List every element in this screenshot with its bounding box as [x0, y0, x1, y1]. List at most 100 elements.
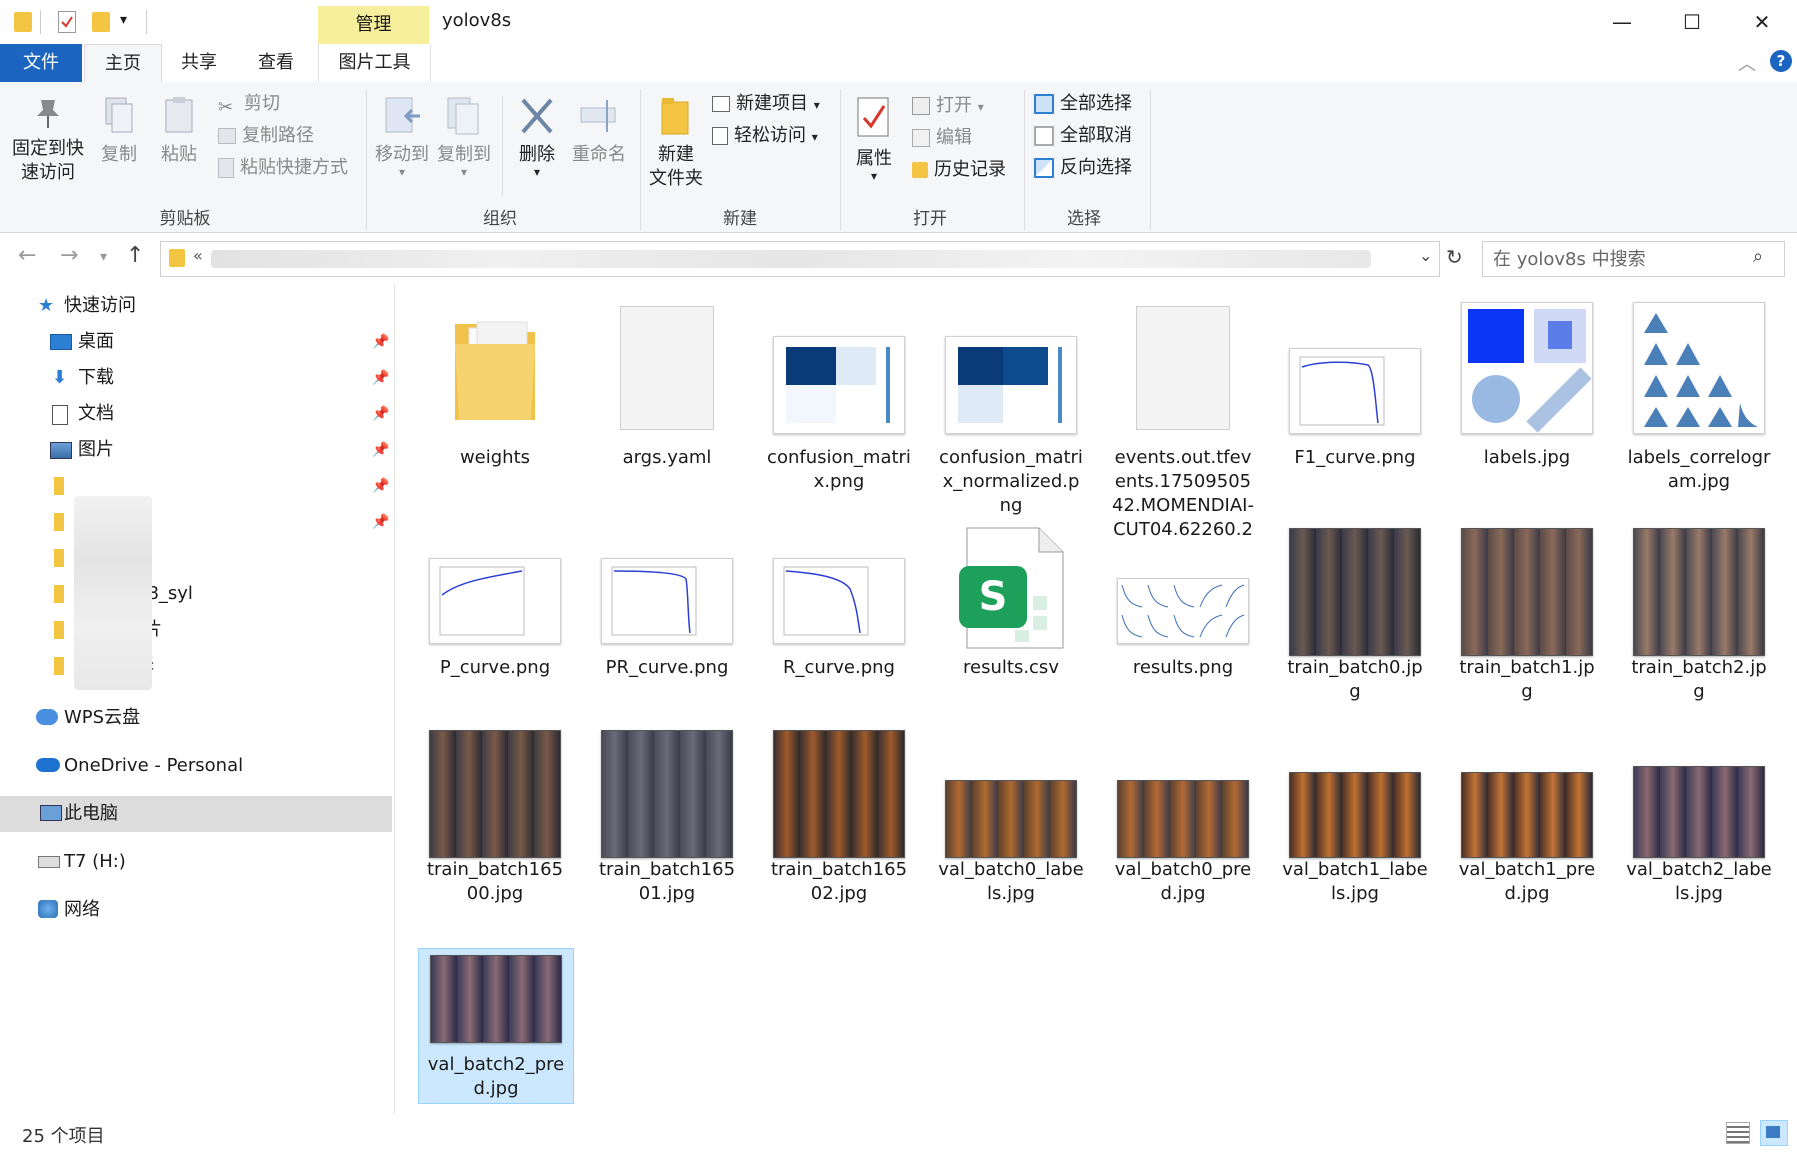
- file-item-weights[interactable]: weights: [418, 292, 572, 502]
- tab-view[interactable]: 查看: [238, 44, 314, 82]
- edit-button[interactable]: 编辑: [912, 124, 972, 152]
- search-icon[interactable]: ⌕: [1753, 246, 1763, 267]
- open-icon: [912, 97, 930, 115]
- tab-picture-tools[interactable]: 图片工具: [318, 44, 431, 82]
- sidebar-item-documents[interactable]: 文档 📌: [0, 396, 392, 432]
- copy-path-button[interactable]: 复制路径: [218, 122, 314, 150]
- properties-button[interactable]: 属性 ▾: [846, 96, 902, 182]
- easy-access-button[interactable]: 轻松访问 ▾: [712, 122, 818, 150]
- copy-to-button[interactable]: 复制到 ▾: [434, 96, 494, 178]
- sidebar-item-onedrive[interactable]: OneDrive - Personal: [0, 748, 392, 784]
- file-item-train-batch16502[interactable]: train_batch16502.jpg: [762, 726, 916, 904]
- paste-shortcut-button[interactable]: 粘贴快捷方式: [218, 154, 348, 182]
- file-item-p-curve[interactable]: P_curve.png: [418, 524, 572, 684]
- file-item-results-csv[interactable]: S results.csv: [934, 524, 1088, 684]
- pin-icon[interactable]: 📌: [372, 396, 389, 432]
- file-item-labels-correlogram[interactable]: labels_correlogram.jpg: [1622, 292, 1776, 502]
- tab-home[interactable]: 主页: [84, 44, 162, 83]
- address-bar[interactable]: « ⌄: [160, 241, 1440, 277]
- file-item-val-batch2-pred[interactable]: val_batch2_pred.jpg: [418, 948, 574, 1104]
- file-item-args-yaml[interactable]: args.yaml: [590, 292, 744, 502]
- pin-quick-access-button[interactable]: 固定到快 速访问: [6, 96, 90, 185]
- ribbon-tabs: 文件 主页 共享 查看 图片工具 ︿ ?: [0, 44, 1797, 83]
- sidebar-item-partial[interactable]: 片: [0, 612, 392, 648]
- cut-button[interactable]: ✂ 剪切: [218, 90, 280, 118]
- search-input[interactable]: [1491, 247, 1745, 271]
- new-item-button[interactable]: 新建项目 ▾: [712, 90, 820, 118]
- file-item-train-batch16501[interactable]: train_batch16501.jpg: [590, 726, 744, 904]
- back-arrow-icon[interactable]: ←: [18, 243, 36, 268]
- copy-button[interactable]: 复制: [94, 96, 144, 167]
- up-arrow-icon[interactable]: ↑: [126, 243, 144, 268]
- move-to-button[interactable]: 移动到 ▾: [372, 96, 432, 178]
- pin-icon[interactable]: 📌: [372, 360, 389, 396]
- file-item-val-batch1-labels[interactable]: val_batch1_labels.jpg: [1278, 726, 1432, 904]
- computer-icon: [40, 805, 62, 821]
- help-icon[interactable]: ?: [1770, 50, 1792, 72]
- tab-manage[interactable]: 管理: [318, 6, 429, 44]
- file-item-train-batch2[interactable]: train_batch2.jpg: [1622, 524, 1776, 702]
- file-item-f1-curve[interactable]: F1_curve.png: [1278, 292, 1432, 502]
- pin-icon[interactable]: 📌: [372, 432, 389, 468]
- forward-arrow-icon[interactable]: →: [60, 243, 78, 268]
- address-dropdown-icon[interactable]: ⌄: [1419, 246, 1432, 265]
- history-button[interactable]: 历史记录: [912, 156, 1006, 184]
- sidebar-item-redacted[interactable]: 📌: [0, 468, 392, 504]
- file-item-train-batch1[interactable]: train_batch1.jpg: [1450, 524, 1604, 702]
- paste-button[interactable]: 粘贴: [154, 96, 204, 167]
- sidebar-item-this-pc[interactable]: 此电脑: [0, 796, 392, 832]
- pin-icon[interactable]: 📌: [372, 504, 389, 540]
- invert-selection-button[interactable]: 反向选择: [1034, 154, 1132, 182]
- rename-button[interactable]: 重命名: [568, 96, 630, 167]
- sidebar-item-network[interactable]: 网络: [0, 892, 392, 928]
- svg-text:S: S: [979, 574, 1008, 620]
- sidebar-item-quick-access[interactable]: ★ 快速访问: [0, 288, 392, 324]
- tab-file[interactable]: 文件: [0, 44, 82, 82]
- collapse-ribbon-icon[interactable]: ︿: [1738, 50, 1756, 76]
- minimize-button[interactable]: —: [1592, 0, 1652, 44]
- delete-button[interactable]: 删除 ▾: [510, 96, 564, 178]
- file-item-results-png[interactable]: results.png: [1106, 524, 1260, 684]
- new-folder-quick-icon[interactable]: [92, 12, 110, 32]
- file-item-labels[interactable]: labels.jpg: [1450, 292, 1604, 502]
- file-item-pr-curve[interactable]: PR_curve.png: [590, 524, 744, 684]
- sidebar-item-partial[interactable]: 08_syl: [0, 576, 392, 612]
- close-button[interactable]: ✕: [1732, 0, 1792, 44]
- file-item-train-batch0[interactable]: train_batch0.jpg: [1278, 524, 1432, 702]
- file-item-val-batch2-labels[interactable]: val_batch2_labels.jpg: [1622, 726, 1776, 904]
- file-item-val-batch0-labels[interactable]: val_batch0_labels.jpg: [934, 726, 1088, 904]
- sidebar-item-wps-cloud[interactable]: WPS云盘: [0, 700, 392, 736]
- details-view-icon[interactable]: [1726, 1122, 1750, 1144]
- recent-locations-chevron-icon[interactable]: ▾: [100, 249, 107, 265]
- sidebar-item-redacted[interactable]: 📌: [0, 504, 392, 540]
- sidebar-item-redacted[interactable]: [0, 540, 392, 576]
- properties-quick-icon[interactable]: [58, 11, 76, 33]
- redacted-region: [74, 496, 152, 690]
- pin-icon[interactable]: 📌: [372, 468, 389, 504]
- tab-share[interactable]: 共享: [162, 44, 236, 82]
- file-item-val-batch1-pred[interactable]: val_batch1_pred.jpg: [1450, 726, 1604, 904]
- file-item-events-tfevents[interactable]: events.out.tfevents.1750950542.MOMENDIAI…: [1106, 292, 1260, 540]
- sidebar-item-desktop[interactable]: 桌面 📌: [0, 324, 392, 360]
- folder-icon: [451, 306, 539, 426]
- address-overflow[interactable]: «: [193, 246, 203, 265]
- sidebar-item-downloads[interactable]: ⬇ 下载 📌: [0, 360, 392, 396]
- file-item-r-curve[interactable]: R_curve.png: [762, 524, 916, 684]
- file-item-train-batch16500[interactable]: train_batch16500.jpg: [418, 726, 572, 904]
- customize-toolbar-icon[interactable]: ▾: [120, 12, 127, 28]
- sidebar-item-drive-h[interactable]: T7 (H:): [0, 844, 392, 880]
- divider: [840, 90, 841, 230]
- sidebar-item-pictures[interactable]: 图片 📌: [0, 432, 392, 468]
- sidebar-item-partial[interactable]: 译: [0, 648, 392, 684]
- file-item-confusion-matrix-normalized[interactable]: confusion_matrix_normalized.png: [934, 292, 1088, 516]
- file-item-val-batch0-pred[interactable]: val_batch0_pred.jpg: [1106, 726, 1260, 904]
- open-button[interactable]: 打开 ▾: [912, 92, 984, 120]
- new-folder-button[interactable]: 新建 文件夹: [644, 96, 708, 191]
- refresh-icon[interactable]: ↻: [1446, 245, 1463, 269]
- file-item-confusion-matrix[interactable]: confusion_matrix.png: [762, 292, 916, 502]
- large-icons-view-icon[interactable]: [1760, 1120, 1788, 1146]
- pin-icon[interactable]: 📌: [372, 324, 389, 360]
- select-none-button[interactable]: 全部取消: [1034, 122, 1132, 150]
- maximize-button[interactable]: ☐: [1662, 0, 1722, 44]
- select-all-button[interactable]: 全部选择: [1034, 90, 1132, 118]
